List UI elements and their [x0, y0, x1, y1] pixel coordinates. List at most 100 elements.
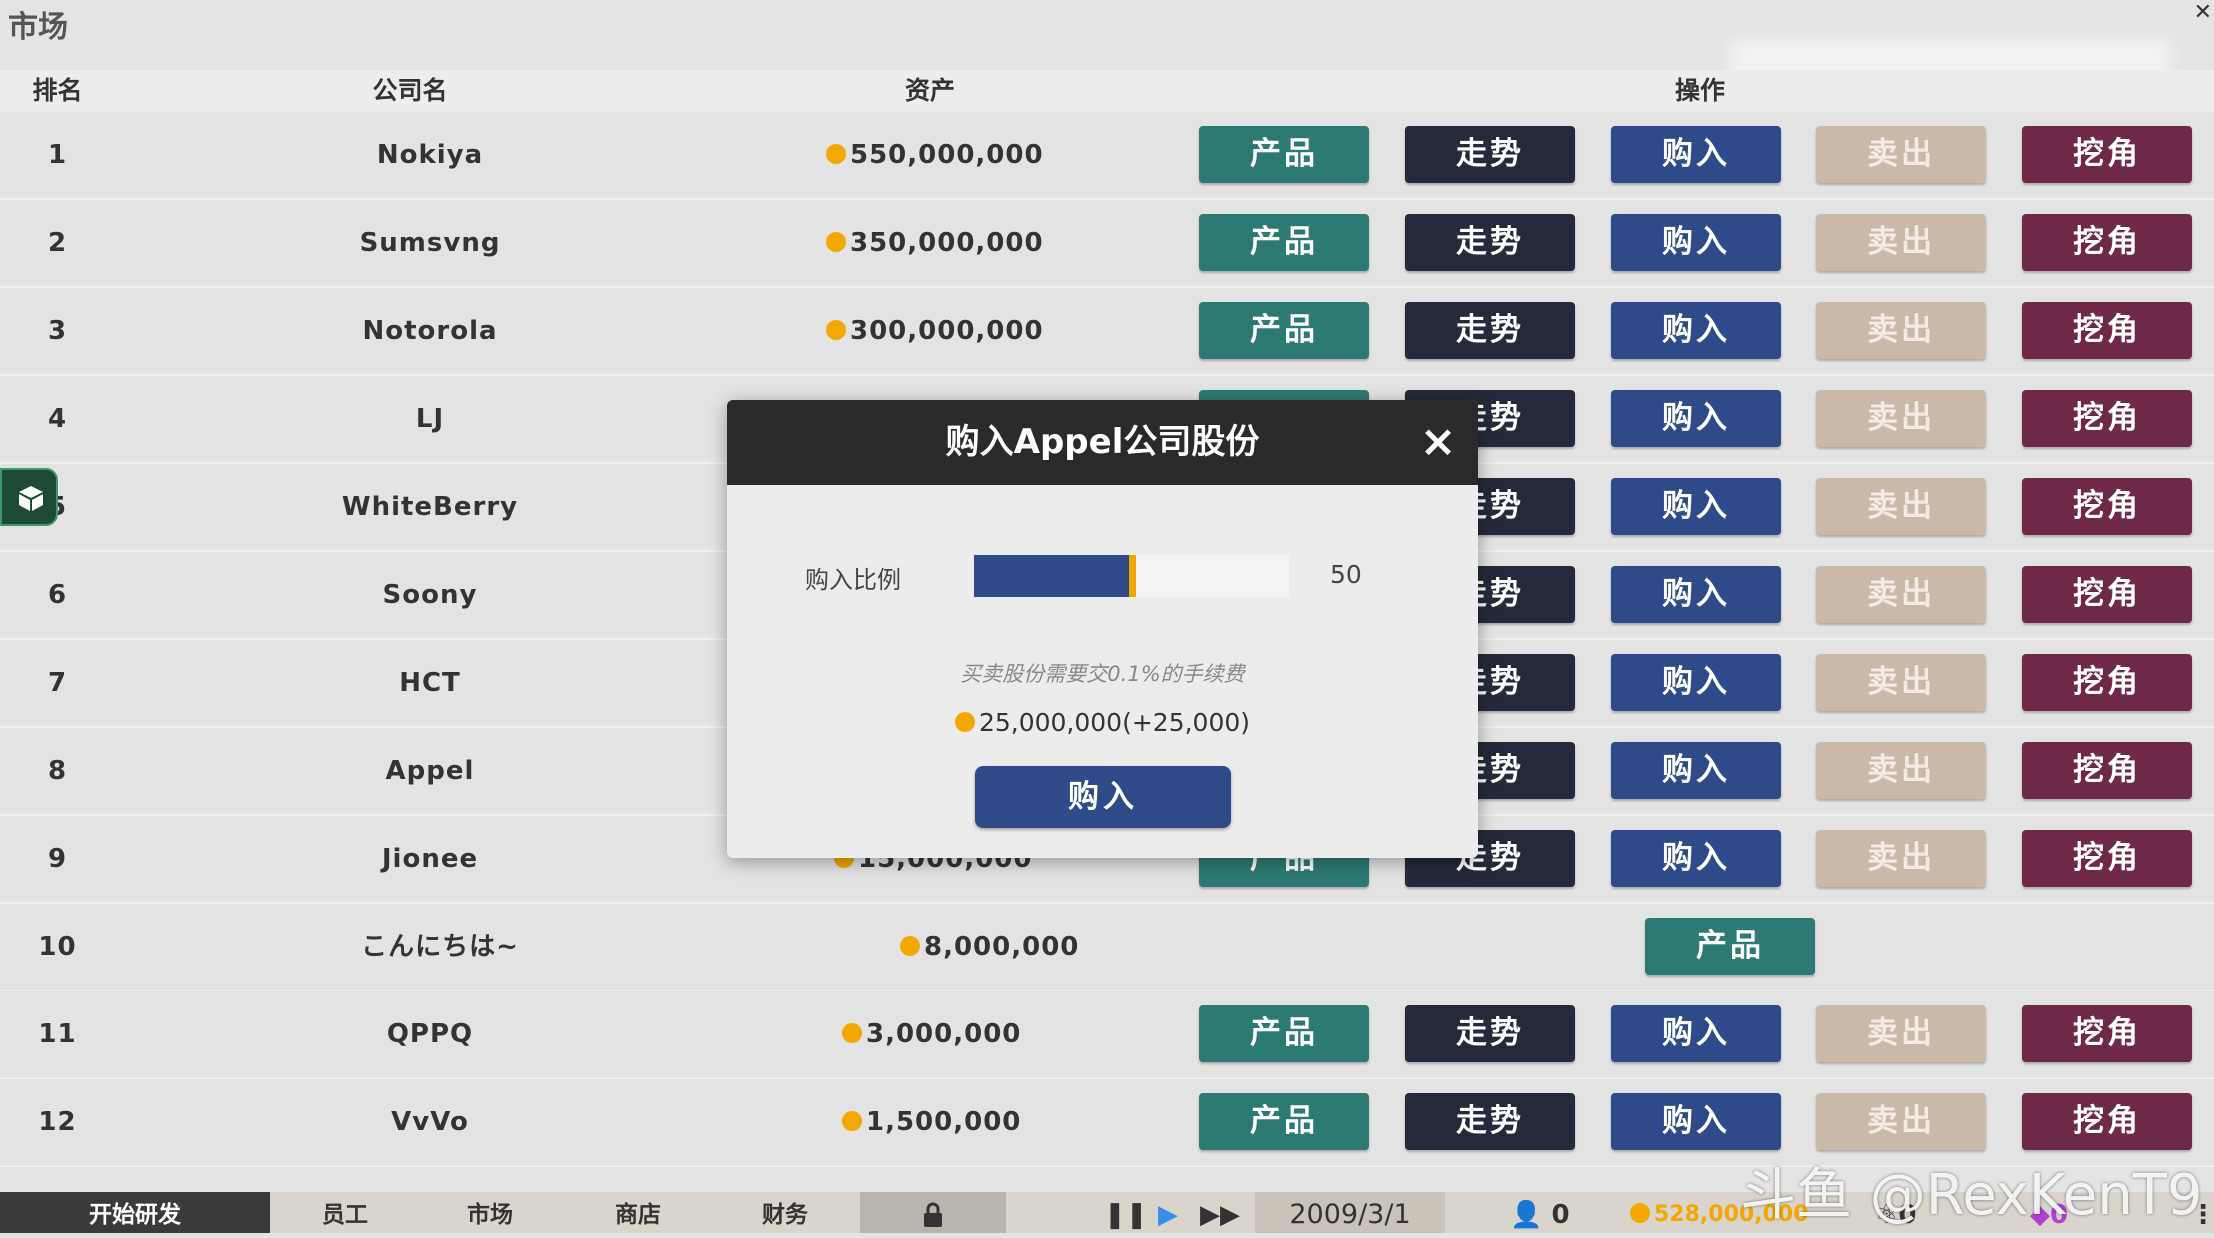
employee-count: 👤 0 [1510, 1192, 1570, 1233]
poach-button[interactable]: 挖角 [2022, 1005, 2192, 1062]
poach-button[interactable]: 挖角 [2022, 654, 2192, 711]
buy-button[interactable]: 购入 [1611, 830, 1781, 887]
trend-button[interactable]: 走势 [1405, 302, 1575, 359]
buy-button[interactable]: 购入 [1611, 742, 1781, 799]
close-icon[interactable]: ✕ [2194, 0, 2212, 25]
watermark: 斗鱼 @RexKenT9 [1740, 1163, 2203, 1228]
locked-tab [860, 1192, 1006, 1233]
row-company-name: Jionee [381, 844, 479, 874]
poach-button[interactable]: 挖角 [2022, 302, 2192, 359]
row-rank: 1 [47, 140, 68, 170]
row-assets: 550,000,000 [826, 112, 1044, 198]
ratio-label: 购入比例 [805, 566, 901, 594]
trend-button[interactable]: 走势 [1405, 126, 1575, 183]
poach-button[interactable]: 挖角 [2022, 390, 2192, 447]
sell-button[interactable]: 卖出 [1816, 478, 1986, 535]
row-company-name: QPPQ [386, 1019, 474, 1049]
row-rank: 3 [47, 316, 68, 346]
trend-button[interactable]: 走势 [1405, 1093, 1575, 1150]
coin-icon [842, 1022, 862, 1043]
poach-button[interactable]: 挖角 [2022, 1093, 2192, 1150]
poach-button[interactable]: 挖角 [2022, 126, 2192, 183]
coin-icon [826, 231, 846, 252]
buy-button[interactable]: 购入 [1611, 478, 1781, 535]
row-company-name: Notorola [362, 316, 498, 346]
close-icon[interactable]: × [1416, 420, 1460, 464]
buy-button[interactable]: 购入 [1611, 390, 1781, 447]
buy-button[interactable]: 购入 [1611, 566, 1781, 623]
product-button[interactable]: 产品 [1199, 214, 1369, 271]
table-row: 1 Nokiya 550,000,000 产品 走势 购入 卖出 挖角 [0, 112, 2214, 200]
buy-button[interactable]: 购入 [1611, 214, 1781, 271]
slider-handle[interactable] [1128, 555, 1136, 597]
row-company-name: こんにちは~ [361, 932, 519, 962]
confirm-buy-button[interactable]: 购入 [975, 766, 1231, 828]
row-rank: 4 [47, 404, 68, 434]
poach-button[interactable]: 挖角 [2022, 566, 2192, 623]
poach-button[interactable]: 挖角 [2022, 214, 2192, 271]
trend-button[interactable]: 走势 [1405, 1005, 1575, 1062]
trend-button[interactable]: 走势 [1405, 214, 1575, 271]
slider-fill [974, 555, 1132, 597]
sell-button[interactable]: 卖出 [1816, 830, 1986, 887]
sell-button[interactable]: 卖出 [1816, 1093, 1986, 1150]
product-button[interactable]: 产品 [1199, 302, 1369, 359]
table-row: 2 Sumsvng 350,000,000 产品 走势 购入 卖出 挖角 [0, 200, 2214, 288]
sell-button[interactable]: 卖出 [1816, 566, 1986, 623]
tab-start-research[interactable]: 开始研发 [0, 1192, 270, 1233]
poach-button[interactable]: 挖角 [2022, 478, 2192, 535]
product-button[interactable]: 产品 [1199, 126, 1369, 183]
row-rank: 11 [38, 1019, 77, 1049]
row-company-name: Soony [382, 580, 478, 610]
sell-button[interactable]: 卖出 [1816, 1005, 1986, 1062]
buy-button[interactable]: 购入 [1611, 126, 1781, 183]
tab-shop[interactable]: 商店 [593, 1192, 683, 1233]
product-button[interactable]: 产品 [1199, 1093, 1369, 1150]
cube-icon [19, 486, 43, 511]
buy-button[interactable]: 购入 [1611, 654, 1781, 711]
fee-note: 买卖股份需要交0.1%的手续费 [960, 662, 1245, 686]
row-rank: 9 [47, 844, 68, 874]
sell-button[interactable]: 卖出 [1816, 302, 1986, 359]
employee-count-value: 0 [1551, 1200, 1570, 1230]
side-cube-button[interactable] [0, 468, 58, 526]
pause-icon[interactable]: ❚❚ [1104, 1192, 1148, 1233]
row-assets-value: 1,500,000 [866, 1107, 1022, 1137]
sell-button[interactable]: 卖出 [1816, 126, 1986, 183]
row-company-name: HCT [399, 668, 461, 698]
buy-button[interactable]: 购入 [1611, 1005, 1781, 1062]
row-assets-value: 550,000,000 [850, 140, 1044, 170]
row-assets: 1,500,000 [842, 1079, 1021, 1165]
sell-button[interactable]: 卖出 [1816, 390, 1986, 447]
ratio-slider[interactable] [974, 555, 1289, 597]
row-company-name: WhiteBerry [341, 492, 519, 522]
tab-employees[interactable]: 员工 [300, 1192, 390, 1233]
coin-icon [826, 143, 846, 164]
fast-forward-icon[interactable]: ▶▶ [1200, 1192, 1240, 1233]
buy-button[interactable]: 购入 [1611, 1093, 1781, 1150]
game-date: 2009/3/1 [1255, 1192, 1445, 1233]
buy-shares-dialog: 购入Appel公司股份 × 购入比例 50 买卖股份需要交0.1%的手续费 25… [727, 400, 1478, 858]
row-company-name: VvVo [391, 1107, 469, 1137]
header-name: 公司名 [372, 76, 448, 105]
buy-button[interactable]: 购入 [1611, 302, 1781, 359]
row-assets-value: 300,000,000 [850, 316, 1044, 346]
poach-button[interactable]: 挖角 [2022, 830, 2192, 887]
window-title: 市场 [8, 10, 68, 45]
row-assets-value: 8,000,000 [924, 932, 1080, 962]
product-button[interactable]: 产品 [1645, 918, 1815, 975]
sell-button[interactable]: 卖出 [1816, 654, 1986, 711]
coin-icon [900, 935, 920, 956]
coin-icon [1630, 1203, 1650, 1223]
tab-finance[interactable]: 财务 [740, 1192, 830, 1233]
tab-market[interactable]: 市场 [445, 1192, 535, 1233]
row-rank: 6 [47, 580, 68, 610]
play-icon[interactable]: ▶ [1158, 1192, 1178, 1233]
coin-icon [954, 712, 975, 732]
product-button[interactable]: 产品 [1199, 1005, 1369, 1062]
sell-button[interactable]: 卖出 [1816, 742, 1986, 799]
poach-button[interactable]: 挖角 [2022, 742, 2192, 799]
sell-button[interactable]: 卖出 [1816, 214, 1986, 271]
coin-icon [842, 1110, 862, 1131]
table-header: 排名 公司名 资产 操作 [0, 70, 2214, 112]
